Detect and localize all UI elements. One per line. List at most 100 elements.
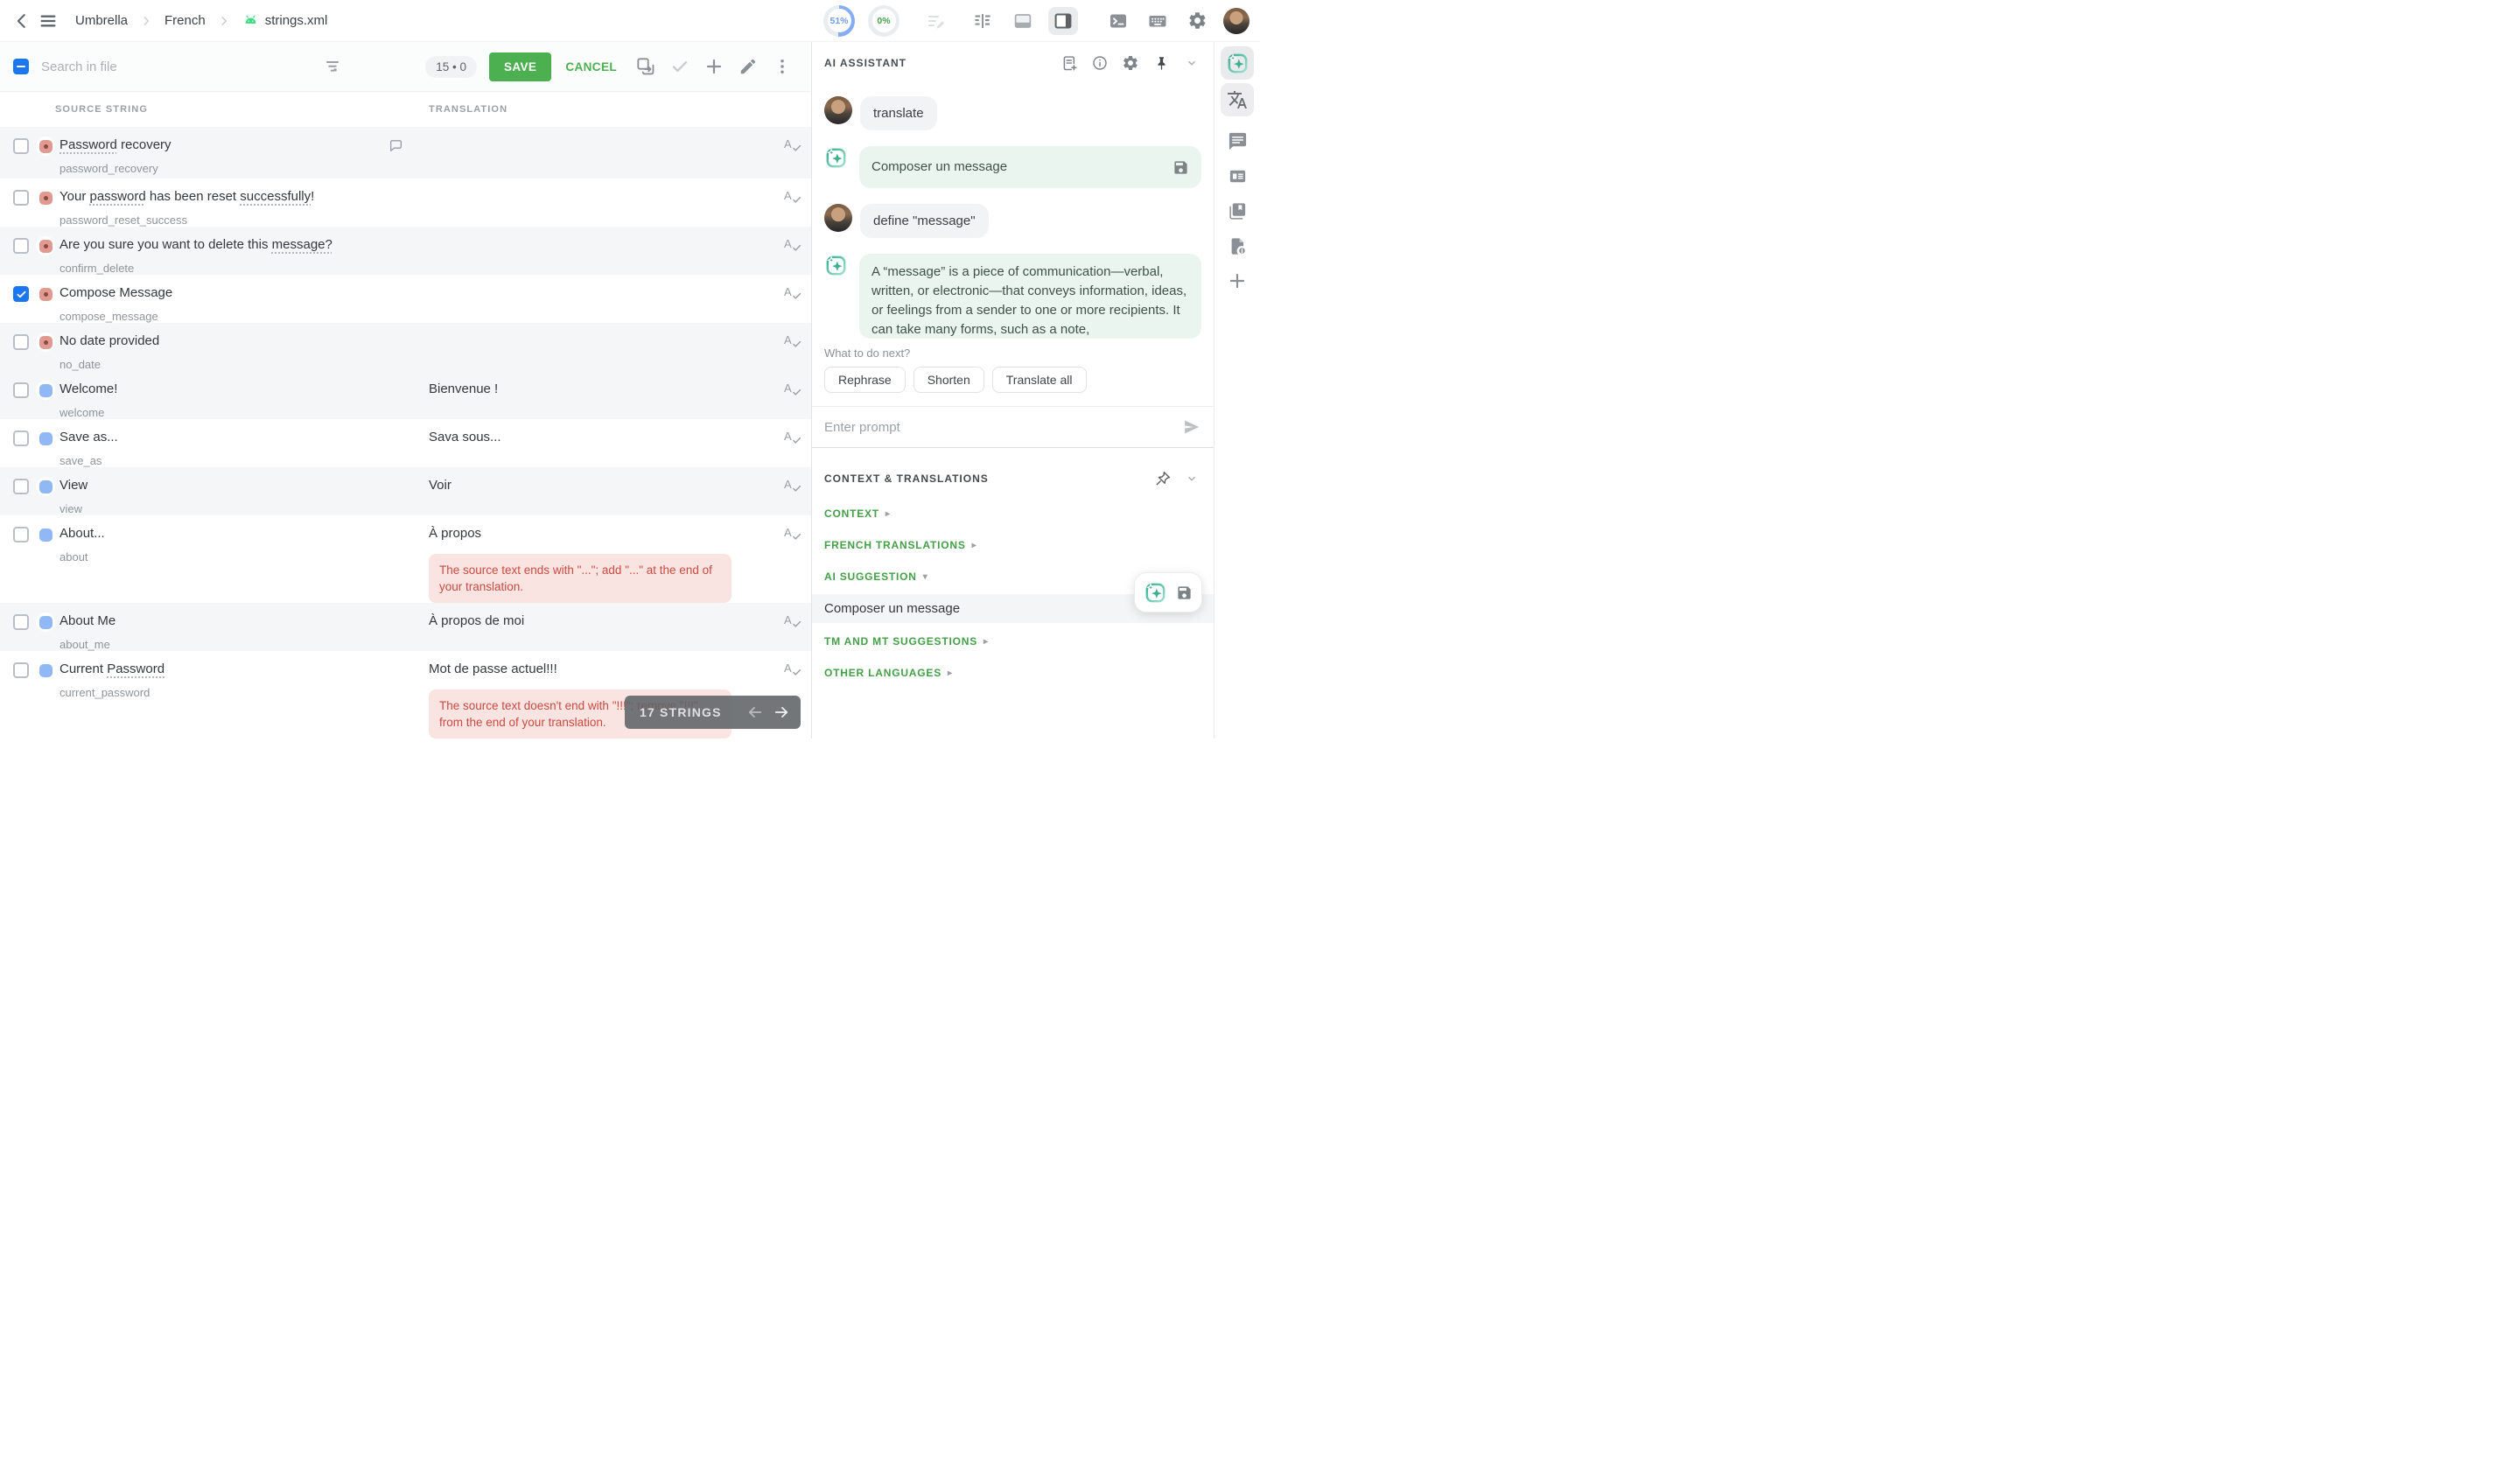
new-note-icon[interactable] [1060,53,1079,73]
spellcheck-icon[interactable]: A [784,381,798,396]
row-checkbox[interactable] [13,334,29,350]
copy-source-icon[interactable] [631,53,661,80]
bottom-panel-view-icon[interactable] [1008,7,1038,35]
table-row[interactable]: Are you sure you want to delete this mes… [0,227,811,275]
row-checkbox[interactable] [13,662,29,678]
row-checkbox[interactable] [13,190,29,206]
status-halo [36,612,55,632]
row-checkbox[interactable] [13,382,29,398]
tm-mt-suggestions-toggle[interactable]: TM AND MT SUGGESTIONS▸ [824,635,1201,648]
status-translated-icon [39,432,52,445]
row-checkbox[interactable] [13,479,29,494]
table-row[interactable]: Password recoverypassword_recoveryA [0,127,811,178]
table-row[interactable]: Save as...save_asSava sous...A [0,419,811,467]
spellcheck-icon[interactable]: A [784,236,798,252]
other-languages-toggle[interactable]: OTHER LANGUAGES▸ [824,667,1201,679]
chevron-down-icon[interactable] [1182,469,1201,488]
back-icon[interactable] [9,8,35,34]
spellcheck-icon[interactable]: A [784,429,798,444]
right-panel-view-icon[interactable] [1048,7,1078,35]
approved-progress-circle[interactable]: 0% [868,5,900,37]
table-row[interactable]: No date providedno_dateA [0,323,811,371]
french-translations-toggle[interactable]: FRENCH TRANSLATIONS▸ [824,539,1201,551]
table-row[interactable]: ViewviewVoirA [0,467,811,515]
breadcrumb-file[interactable]: strings.xml [242,12,328,29]
more-menu-icon[interactable] [767,53,797,80]
filter-icon[interactable] [318,53,347,80]
qa-warning: The source text ends with "..."; add "..… [429,554,732,603]
table-row[interactable]: Your password has been reset successfull… [0,178,811,227]
next-page-icon[interactable] [773,704,790,721]
terminal-icon[interactable] [1105,8,1131,34]
row-checkbox[interactable] [13,527,29,542]
avatar [824,96,852,124]
avatar[interactable] [1223,8,1250,34]
spellcheck-icon[interactable]: A [784,136,798,152]
spellcheck-icon[interactable]: A [784,525,798,541]
view-mode-group [968,7,1078,35]
chevron-right-icon [218,15,230,27]
keyboard-icon[interactable] [1144,8,1171,34]
edit-icon[interactable] [733,53,763,80]
save-suggestion-icon[interactable] [1175,584,1193,601]
translate-tab[interactable] [1221,83,1254,116]
ai-assistant-panel: AI ASSISTANT translate Composer un messa… [812,42,1214,738]
select-all-checkbox[interactable] [13,59,29,74]
glossary-tab-icon[interactable] [1221,200,1254,221]
string-list: Password recoverypassword_recoveryA Your … [0,127,811,738]
spellcheck-icon[interactable]: A [784,477,798,493]
translate-all-button[interactable]: Translate all [992,367,1087,393]
gear-icon[interactable] [1184,8,1210,34]
cancel-button[interactable]: CANCEL [565,60,617,74]
unpin-icon[interactable] [1153,469,1172,488]
prev-page-icon[interactable] [746,704,764,721]
ai-sparkle-icon[interactable] [1144,581,1166,604]
avatar [824,204,852,232]
context-toggle[interactable]: CONTEXT▸ [824,508,1201,520]
translation-text: Voir [429,477,772,494]
info-icon[interactable] [1090,53,1110,73]
table-row[interactable]: About...aboutÀ proposThe source text end… [0,515,811,603]
rephrase-button[interactable]: Rephrase [824,367,906,393]
translated-progress-circle[interactable]: 51% [823,5,855,37]
chat-message-user: translate [824,96,1201,130]
menu-icon[interactable] [35,8,61,34]
table-row[interactable]: About Meabout_meÀ propos de moiA [0,603,811,651]
save-suggestion-icon[interactable] [1172,158,1189,176]
gear-icon[interactable] [1121,53,1140,73]
send-icon[interactable] [1182,417,1201,437]
side-by-side-view-icon[interactable] [968,7,998,35]
row-checkbox[interactable] [13,138,29,154]
status-halo [36,429,55,448]
file-info-tab-icon[interactable] [1221,235,1254,256]
row-checkbox[interactable] [13,286,29,302]
shorten-button[interactable]: Shorten [914,367,984,393]
source-string: Your password has been reset successfull… [60,188,429,206]
spellcheck-icon[interactable]: A [784,188,798,204]
chevron-down-icon[interactable] [1182,53,1201,73]
prompt-input[interactable] [824,420,1182,435]
row-checkbox[interactable] [13,238,29,254]
spellcheck-icon[interactable]: A [784,332,798,348]
string-counts-badge: 15 • 0 [425,56,477,78]
comment-icon[interactable] [388,137,404,154]
search-input[interactable] [41,60,262,74]
breadcrumb-language[interactable]: French [164,13,206,28]
add-tab-icon[interactable] [1221,270,1254,291]
spellcheck-icon[interactable]: A [784,612,798,628]
table-row[interactable]: Compose Messagecompose_messageA [0,275,811,323]
context-card-tab-icon[interactable] [1221,165,1254,186]
comments-tab-icon[interactable] [1221,130,1254,151]
add-string-icon[interactable] [699,53,729,80]
approve-icon[interactable] [665,53,695,80]
spellcheck-icon[interactable]: A [784,661,798,676]
row-checkbox[interactable] [13,430,29,446]
row-checkbox[interactable] [13,614,29,630]
save-button[interactable]: SAVE [489,52,551,81]
breadcrumb-project[interactable]: Umbrella [75,13,128,28]
spellcheck-icon[interactable]: A [784,284,798,300]
pin-icon[interactable] [1152,53,1171,73]
draft-edit-icon [923,8,949,34]
table-row[interactable]: Welcome!welcomeBienvenue !A [0,371,811,419]
ai-assistant-tab[interactable] [1221,46,1254,80]
